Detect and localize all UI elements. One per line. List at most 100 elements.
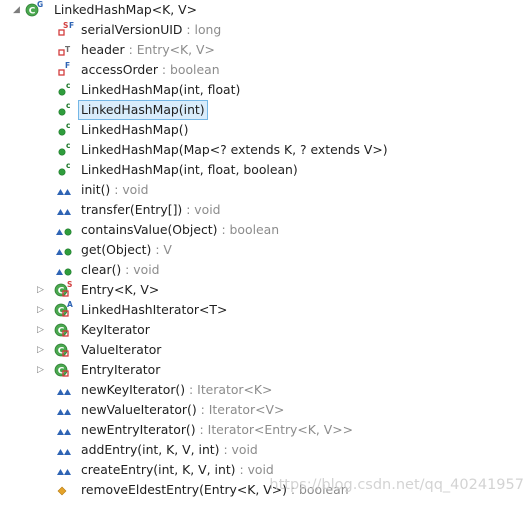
tree-item[interactable]: ◢ C G LinkedHashMap<K, V> xyxy=(0,0,532,20)
expand-twisty-icon[interactable]: ▷ xyxy=(36,280,45,300)
public-constructor-icon: c xyxy=(54,161,76,178)
outline-tree[interactable]: ◢ C G LinkedHashMap<K, V> S FserialVersionUID… xyxy=(0,0,532,505)
tree-item-label: newEntryIterator() : Iterator<Entry<K, V… xyxy=(81,420,353,440)
member-name: accessOrder xyxy=(81,62,158,77)
public-override-method-icon xyxy=(54,262,76,278)
member-name: newEntryIterator() xyxy=(81,422,196,437)
member-type: : void xyxy=(182,202,221,217)
svg-text:T: T xyxy=(65,45,71,54)
svg-text:c: c xyxy=(66,101,70,110)
private-static-inner-class-icon: CS xyxy=(54,280,76,298)
tree-item[interactable]: init() : void xyxy=(0,180,532,200)
svg-text:C: C xyxy=(29,7,36,17)
public-constructor-icon: c xyxy=(54,121,76,138)
tree-item[interactable]: Theader : Entry<K, V> xyxy=(0,40,532,60)
svg-text:F: F xyxy=(69,21,74,30)
private-inner-class-icon: C xyxy=(54,342,76,358)
svg-text:G: G xyxy=(37,0,43,9)
public-override-method-icon xyxy=(54,222,76,238)
member-name: newValueIterator() xyxy=(81,402,197,417)
member-type: : Entry<K, V> xyxy=(124,42,215,57)
member-name: removeEldestEntry(Entry<K, V>) xyxy=(81,482,287,497)
tree-item[interactable]: ▷ C S Entry<K, V> xyxy=(0,280,532,300)
member-name: get(Object) xyxy=(81,242,152,257)
expand-twisty-icon[interactable]: ▷ xyxy=(36,360,45,380)
member-name: LinkedHashMap(Map<? extends K, ? extends… xyxy=(81,142,388,157)
tree-item[interactable]: ▷ C EntryIterator xyxy=(0,360,532,380)
member-name: EntryIterator xyxy=(81,362,161,377)
member-name: LinkedHashMap() xyxy=(81,122,189,137)
tree-item[interactable]: newValueIterator() : Iterator<V> xyxy=(0,400,532,420)
override-method-icon xyxy=(54,442,76,458)
tree-item-label: LinkedHashMap(int) xyxy=(78,100,208,120)
member-name: serialVersionUID xyxy=(81,22,183,37)
member-type: : Iterator<V> xyxy=(196,402,285,417)
member-name: LinkedHashIterator<T> xyxy=(81,302,228,317)
member-name: LinkedHashMap(int) xyxy=(81,102,205,117)
watermark: https://blog.csdn.net/qq_40241957 xyxy=(269,477,524,493)
expand-twisty-icon[interactable]: ▷ xyxy=(36,300,45,320)
member-name: init() xyxy=(81,182,111,197)
tree-item[interactable]: FaccessOrder : boolean xyxy=(0,60,532,80)
tree-item-label: clear() : void xyxy=(81,260,160,280)
tree-item-label: header : Entry<K, V> xyxy=(81,40,215,60)
tree-item[interactable]: ▷ C KeyIterator xyxy=(0,320,532,340)
tree-item-selected[interactable]: c LinkedHashMap(int) xyxy=(0,100,532,120)
tree-item-label: LinkedHashMap() xyxy=(81,120,188,140)
tree-item-label: ValueIterator xyxy=(81,340,161,360)
expand-twisty-icon[interactable]: ▷ xyxy=(36,340,45,360)
tree-item[interactable]: S FserialVersionUID : long xyxy=(0,20,532,40)
tree-item[interactable]: containsValue(Object) : boolean xyxy=(0,220,532,240)
member-name: header xyxy=(81,42,125,57)
override-method-icon xyxy=(54,202,76,218)
tree-item-label: createEntry(int, K, V, int) : void xyxy=(81,460,274,480)
tree-item[interactable]: get(Object) : V xyxy=(0,240,532,260)
tree-item[interactable]: addEntry(int, K, V, int) : void xyxy=(0,440,532,460)
class-icon: CG xyxy=(24,0,46,18)
tree-item-label: LinkedHashIterator<T> xyxy=(81,300,227,320)
member-type: : void xyxy=(235,462,274,477)
private-static-final-field-icon: SF xyxy=(54,21,76,38)
member-type: : void xyxy=(110,182,149,197)
member-type: : boolean xyxy=(217,222,280,237)
tree-item[interactable]: ▷ C A LinkedHashIterator<T> xyxy=(0,300,532,320)
tree-item-label: get(Object) : V xyxy=(81,240,172,260)
tree-item-label: KeyIterator xyxy=(81,320,150,340)
member-name: ValueIterator xyxy=(81,342,162,357)
override-method-icon xyxy=(54,382,76,398)
private-transient-field-icon: T xyxy=(54,42,76,58)
member-type: : Iterator<Entry<K, V>> xyxy=(195,422,353,437)
expand-twisty-icon[interactable]: ▷ xyxy=(36,320,45,340)
svg-text:A: A xyxy=(67,300,73,309)
member-type: : void xyxy=(121,262,160,277)
tree-item[interactable]: c LinkedHashMap(Map<? extends K, ? extend… xyxy=(0,140,532,160)
tree-item[interactable]: c LinkedHashMap() xyxy=(0,120,532,140)
tree-item-label: newValueIterator() : Iterator<V> xyxy=(81,400,284,420)
tree-item[interactable]: c LinkedHashMap(int, float, boolean) xyxy=(0,160,532,180)
public-constructor-icon: c xyxy=(54,141,76,158)
member-name: createEntry(int, K, V, int) xyxy=(81,462,236,477)
tree-item[interactable]: ▷ C ValueIterator xyxy=(0,340,532,360)
private-inner-class-icon: C xyxy=(54,322,76,338)
member-name: LinkedHashMap<K, V> xyxy=(54,2,198,17)
tree-item-label: LinkedHashMap<K, V> xyxy=(54,0,197,20)
member-name: LinkedHashMap(int, float, boolean) xyxy=(81,162,298,177)
tree-item-label: accessOrder : boolean xyxy=(81,60,220,80)
tree-item[interactable]: transfer(Entry[]) : void xyxy=(0,200,532,220)
tree-item[interactable]: newEntryIterator() : Iterator<Entry<K, V… xyxy=(0,420,532,440)
member-name: containsValue(Object) xyxy=(81,222,218,237)
tree-item-label: EntryIterator xyxy=(81,360,160,380)
public-override-method-icon xyxy=(54,242,76,258)
tree-item-label: LinkedHashMap(int, float, boolean) xyxy=(81,160,298,180)
public-constructor-icon: c xyxy=(54,101,76,118)
collapse-twisty-icon[interactable]: ◢ xyxy=(12,0,21,20)
member-name: newKeyIterator() xyxy=(81,382,186,397)
tree-item[interactable]: clear() : void xyxy=(0,260,532,280)
member-name: transfer(Entry[]) xyxy=(81,202,183,217)
tree-item-label: init() : void xyxy=(81,180,149,200)
tree-item[interactable]: newKeyIterator() : Iterator<K> xyxy=(0,380,532,400)
svg-text:S: S xyxy=(67,280,72,289)
tree-item[interactable]: c LinkedHashMap(int, float) xyxy=(0,80,532,100)
tree-item-label: LinkedHashMap(Map<? extends K, ? extends… xyxy=(81,140,388,160)
member-type: : void xyxy=(219,442,258,457)
